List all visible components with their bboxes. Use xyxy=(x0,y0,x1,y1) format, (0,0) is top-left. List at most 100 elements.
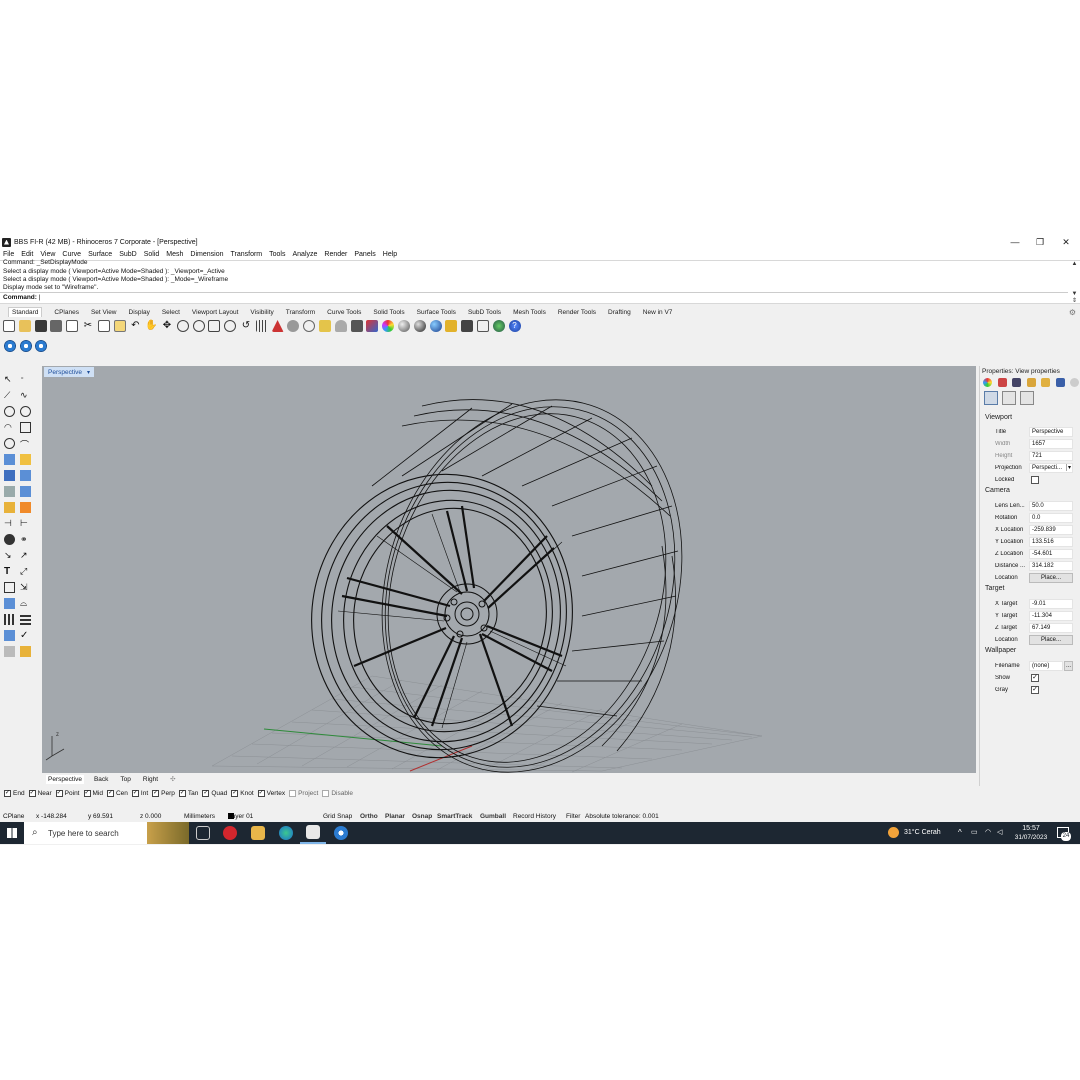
curvature-icon[interactable]: ⌓ xyxy=(20,598,31,609)
boolean-icon[interactable] xyxy=(20,470,31,481)
freeform-icon[interactable]: ⌒ xyxy=(20,438,31,450)
render-sphere-icon[interactable] xyxy=(397,320,410,332)
block-icon[interactable] xyxy=(476,320,489,332)
vp-tab-right[interactable]: Right xyxy=(141,775,160,784)
cplane-icon[interactable] xyxy=(271,320,284,332)
vp-tab-top[interactable]: Top xyxy=(118,775,132,784)
material-icon[interactable] xyxy=(997,378,1007,387)
polyline-icon[interactable]: ⟋ xyxy=(4,390,15,401)
menu-edit[interactable]: Edit xyxy=(21,251,33,258)
folder-icon[interactable] xyxy=(1041,378,1050,387)
globe-icon[interactable] xyxy=(492,320,505,332)
tab-curve-tools[interactable]: Curve Tools xyxy=(327,309,361,316)
rotation-field[interactable]: 0.0 xyxy=(1029,512,1073,523)
undo-view-icon[interactable]: ↺ xyxy=(240,320,252,332)
status-smarttrack[interactable]: SmartTrack xyxy=(437,813,472,820)
x-location-field[interactable]: -259.839 xyxy=(1029,524,1073,535)
tab-surface-tools[interactable]: Surface Tools xyxy=(417,309,456,316)
copy-icon[interactable] xyxy=(97,320,110,332)
annotate-icon[interactable] xyxy=(20,646,31,657)
light-panel-icon[interactable] xyxy=(1012,378,1021,387)
contour-icon[interactable] xyxy=(20,614,31,625)
x-target-field[interactable]: -9.01 xyxy=(1029,598,1073,609)
status-planar[interactable]: Planar xyxy=(385,813,405,820)
polygon-icon[interactable] xyxy=(4,438,15,449)
lock-icon[interactable] xyxy=(350,320,363,332)
tab-subd-tools[interactable]: SubD Tools xyxy=(468,309,501,316)
menu-panels[interactable]: Panels xyxy=(354,251,375,258)
perspective-viewport[interactable]: z Perspective ▾ xyxy=(42,366,976,773)
menu-curve[interactable]: Curve xyxy=(62,251,81,258)
mesh-icon[interactable] xyxy=(4,486,15,497)
tab-set-view[interactable]: Set View xyxy=(91,309,117,316)
paste-icon[interactable] xyxy=(113,320,126,332)
filename-field[interactable]: (none) xyxy=(1029,660,1063,671)
command-input[interactable] xyxy=(0,292,1068,303)
material-sphere-icon[interactable] xyxy=(413,320,426,332)
import-icon[interactable] xyxy=(66,320,79,332)
tab-transform[interactable]: Transform xyxy=(286,309,315,316)
gear-blue-icon[interactable] xyxy=(19,340,32,352)
network-icon[interactable]: ▭ xyxy=(971,828,978,836)
windows-start-icon[interactable] xyxy=(7,828,17,838)
select-arrow-icon[interactable]: ↖ xyxy=(4,374,15,385)
camera-place-button[interactable]: Place... xyxy=(1029,572,1073,583)
zoom-icon[interactable] xyxy=(176,320,189,332)
layout-icon[interactable] xyxy=(4,630,15,641)
tab-solid-tools[interactable]: Solid Tools xyxy=(373,309,404,316)
print-icon[interactable] xyxy=(50,320,63,332)
locked-checkbox[interactable] xyxy=(1031,475,1039,484)
camera-icon[interactable] xyxy=(984,391,998,405)
close-button[interactable]: ✕ xyxy=(1054,235,1078,249)
zoom-selected-icon[interactable] xyxy=(224,320,237,332)
join-icon[interactable]: ⚭ xyxy=(20,534,31,545)
menu-help[interactable]: Help xyxy=(383,251,397,258)
clock-date[interactable]: 31/07/2023 xyxy=(1013,834,1049,841)
tab-new-in-v7[interactable]: New in V7 xyxy=(643,309,673,316)
color-wheel-icon[interactable] xyxy=(382,320,395,332)
volume-icon[interactable]: ◁ xyxy=(997,828,1002,836)
clock-time[interactable]: 15:57 xyxy=(1013,825,1049,832)
tab-mesh-tools[interactable]: Mesh Tools xyxy=(513,309,546,316)
menu-tools[interactable]: Tools xyxy=(269,251,285,258)
grid-snap-icon[interactable] xyxy=(4,614,15,625)
tab-visibility[interactable]: Visibility xyxy=(250,309,273,316)
gear-blue-icon[interactable] xyxy=(35,340,47,352)
ellipse-icon[interactable] xyxy=(20,406,31,417)
scroll-up-icon[interactable]: ▲ xyxy=(1072,261,1078,267)
frame-icon[interactable] xyxy=(1020,391,1034,405)
y-location-field[interactable]: 133.516 xyxy=(1029,536,1073,547)
file-explorer-icon[interactable] xyxy=(251,826,265,840)
points-on-icon[interactable] xyxy=(287,320,300,332)
viewport-title-tab[interactable]: Perspective ▾ xyxy=(44,367,94,377)
gear-blue-icon[interactable] xyxy=(4,340,16,352)
osnap-knot[interactable]: ✓ Knot xyxy=(231,789,254,797)
gear-blue-icon[interactable] xyxy=(334,826,348,840)
undo-icon[interactable]: ↶ xyxy=(129,320,141,332)
wrench-icon[interactable] xyxy=(1002,391,1016,405)
scroll-toggle-icon[interactable]: ⇕ xyxy=(1072,297,1077,304)
edge-icon[interactable] xyxy=(279,826,293,840)
status-ortho[interactable]: Ortho xyxy=(360,813,378,820)
new-file-icon[interactable] xyxy=(3,320,15,332)
color-icon[interactable] xyxy=(983,378,992,387)
menu-surface[interactable]: Surface xyxy=(88,251,112,258)
osnap-vertex[interactable]: ✓ Vertex xyxy=(257,789,285,797)
osnap-quad[interactable]: ✓ Quad xyxy=(202,789,227,797)
tab-viewport-layout[interactable]: Viewport Layout xyxy=(192,309,239,316)
show-checkbox[interactable]: ✓ xyxy=(1031,673,1039,682)
osnap-perp[interactable]: ✓ Perp xyxy=(152,789,175,797)
opera-icon[interactable] xyxy=(223,826,237,840)
vp-tab-perspective[interactable]: Perspective xyxy=(46,774,84,784)
menu-analyze[interactable]: Analyze xyxy=(292,251,317,258)
lens-field[interactable]: 50.0 xyxy=(1029,500,1073,511)
drafting-icon[interactable] xyxy=(461,320,474,332)
subd-icon[interactable] xyxy=(20,486,31,497)
zoom-extents-icon[interactable] xyxy=(208,320,221,332)
menu-subd[interactable]: SubD xyxy=(119,251,137,258)
open-file-icon[interactable] xyxy=(18,320,31,332)
array-icon[interactable] xyxy=(4,582,15,593)
chevron-down-icon[interactable]: ▾ xyxy=(87,369,90,376)
tab-select[interactable]: Select xyxy=(162,309,180,316)
wifi-icon[interactable]: ◠ xyxy=(985,828,991,836)
